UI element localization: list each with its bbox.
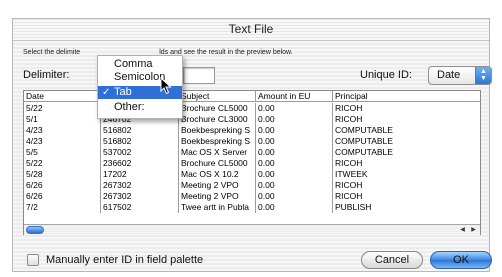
table-cell: COMPUTABLE	[335, 125, 393, 135]
unique-id-select[interactable]: Date ▲ ▼	[428, 66, 492, 85]
table-cell: 617502	[101, 202, 179, 213]
horizontal-scrollbar[interactable]: ◀ ▶	[24, 224, 480, 235]
table-cell: 7/2	[24, 202, 101, 213]
table-cell: Brochure CL3000	[179, 114, 256, 125]
table-row: 5/5 537002 Mac OS X Server 0.00 COMPUTAB…	[24, 147, 480, 158]
manual-id-checkbox[interactable]	[27, 254, 39, 266]
table-cell: 5/1	[24, 114, 101, 125]
cancel-button[interactable]: Cancel	[361, 251, 423, 269]
table-cell: 0.00	[256, 180, 333, 191]
delimiter-label: Delimiter:	[23, 69, 70, 81]
table-cell: 0.00	[256, 114, 333, 125]
table-cell: 0.00	[256, 125, 333, 136]
table-cell: PUBLISH	[335, 202, 372, 212]
table-cell: 0.00	[256, 103, 333, 114]
table-header-cell: Amount in EU	[256, 91, 333, 102]
table-cell: Boekbespreking S	[179, 125, 256, 136]
preview-table: Date Subject Amount in EU Principal 5/22…	[23, 90, 481, 235]
manual-id-label: Manually enter ID in field palette	[46, 254, 204, 266]
table-cell: 236602	[101, 158, 179, 169]
table-cell: RICOH	[335, 191, 363, 201]
ok-button[interactable]: OK	[430, 251, 492, 269]
table-cell: 5/22	[24, 158, 101, 169]
table-row: 5/22 236602 Brochure CL5000 0.00 RICOH	[24, 103, 480, 114]
menu-item-tab-label: Tab	[114, 86, 132, 98]
table-row: 6/26 267302 Meeting 2 VPO 0.00 RICOH	[24, 180, 480, 191]
table-cell: Meeting 2 VPO	[179, 180, 256, 191]
table-row: 5/22 236602 Brochure CL5000 0.00 RICOH	[24, 158, 480, 169]
table-row: 4/23 516802 Boekbespreking S 0.00 COMPUT…	[24, 136, 480, 147]
table-cell: RICOH	[335, 180, 363, 190]
table-cell: 6/26	[24, 191, 101, 202]
table-cell: Meeting 2 VPO	[179, 191, 256, 202]
table-row: 4/23 516802 Boekbespreking S 0.00 COMPUT…	[24, 125, 480, 136]
table-cell: RICOH	[335, 158, 363, 168]
window-title: Text File	[228, 22, 274, 36]
mouse-pointer-icon	[160, 77, 172, 95]
table-cell: 267302	[101, 180, 179, 191]
table-cell: ITWEEK	[335, 169, 368, 179]
table-header-cell: Subject	[179, 91, 256, 102]
unique-id-label: Unique ID:	[360, 69, 412, 81]
table-cell: 17202	[101, 169, 179, 180]
table-cell: 537002	[101, 147, 179, 158]
table-cell: Boekbespreking S	[179, 136, 256, 147]
scroll-left-arrow-icon[interactable]: ◀	[457, 225, 468, 235]
menu-item-comma[interactable]: Comma	[98, 58, 182, 71]
table-cell: Brochure CL5000	[179, 158, 256, 169]
table-cell: 0.00	[256, 191, 333, 202]
text-file-dialog: Text File Select the delimite lds and see…	[12, 18, 492, 272]
table-cell: Twee artt in Publa	[179, 202, 256, 213]
table-cell: 6/26	[24, 180, 101, 191]
table-row: 6/26 267302 Meeting 2 VPO 0.00 RICOH	[24, 191, 480, 202]
table-cell: Brochure CL5000	[179, 103, 256, 114]
table-cell: 5/5	[24, 147, 101, 158]
table-header-row: Date Subject Amount in EU Principal	[24, 91, 480, 102]
table-cell: 4/23	[24, 125, 101, 136]
table-row: 5/28 17202 Mac OS X 10.2 0.00 ITWEEK	[24, 169, 480, 180]
table-cell: 0.00	[256, 169, 333, 180]
scrollbar-thumb[interactable]	[26, 226, 44, 234]
table-cell: Mac OS X Server	[179, 147, 256, 158]
table-cell: COMPUTABLE	[335, 136, 393, 146]
table-header-cell: Date	[24, 91, 101, 102]
title-bar[interactable]: Text File	[13, 19, 489, 41]
table-cell: 516802	[101, 136, 179, 147]
table-cell: 0.00	[256, 147, 333, 158]
unique-id-value: Date	[437, 69, 461, 81]
table-cell: 5/28	[24, 169, 101, 180]
table-header-cell: Principal	[333, 91, 480, 102]
table-cell: 516802	[101, 125, 179, 136]
table-cell: 0.00	[256, 202, 333, 213]
table-row: 5/1 246702 Brochure CL3000 0.00 RICOH	[24, 114, 480, 125]
table-cell: Mac OS X 10.2	[179, 169, 256, 180]
instructions-start: Select the delimite	[23, 49, 81, 56]
check-icon: ✓	[102, 87, 111, 98]
table-cell: 267302	[101, 191, 179, 202]
other-delimiter-field[interactable]	[183, 67, 215, 84]
table-cell: 4/23	[24, 136, 101, 147]
menu-item-other[interactable]: Other:	[98, 101, 182, 114]
table-cell: RICOH	[335, 114, 363, 124]
scroll-right-arrow-icon[interactable]: ▶	[468, 225, 479, 235]
table-row: 7/2 617502 Twee artt in Publa 0.00 PUBLI…	[24, 202, 480, 213]
table-cell: 0.00	[256, 136, 333, 147]
table-cell: RICOH	[335, 103, 363, 113]
up-down-arrows-icon: ▲ ▼	[475, 67, 491, 84]
table-cell: 0.00	[256, 158, 333, 169]
table-cell: COMPUTABLE	[335, 147, 393, 157]
table-cell: 5/22	[24, 103, 101, 114]
